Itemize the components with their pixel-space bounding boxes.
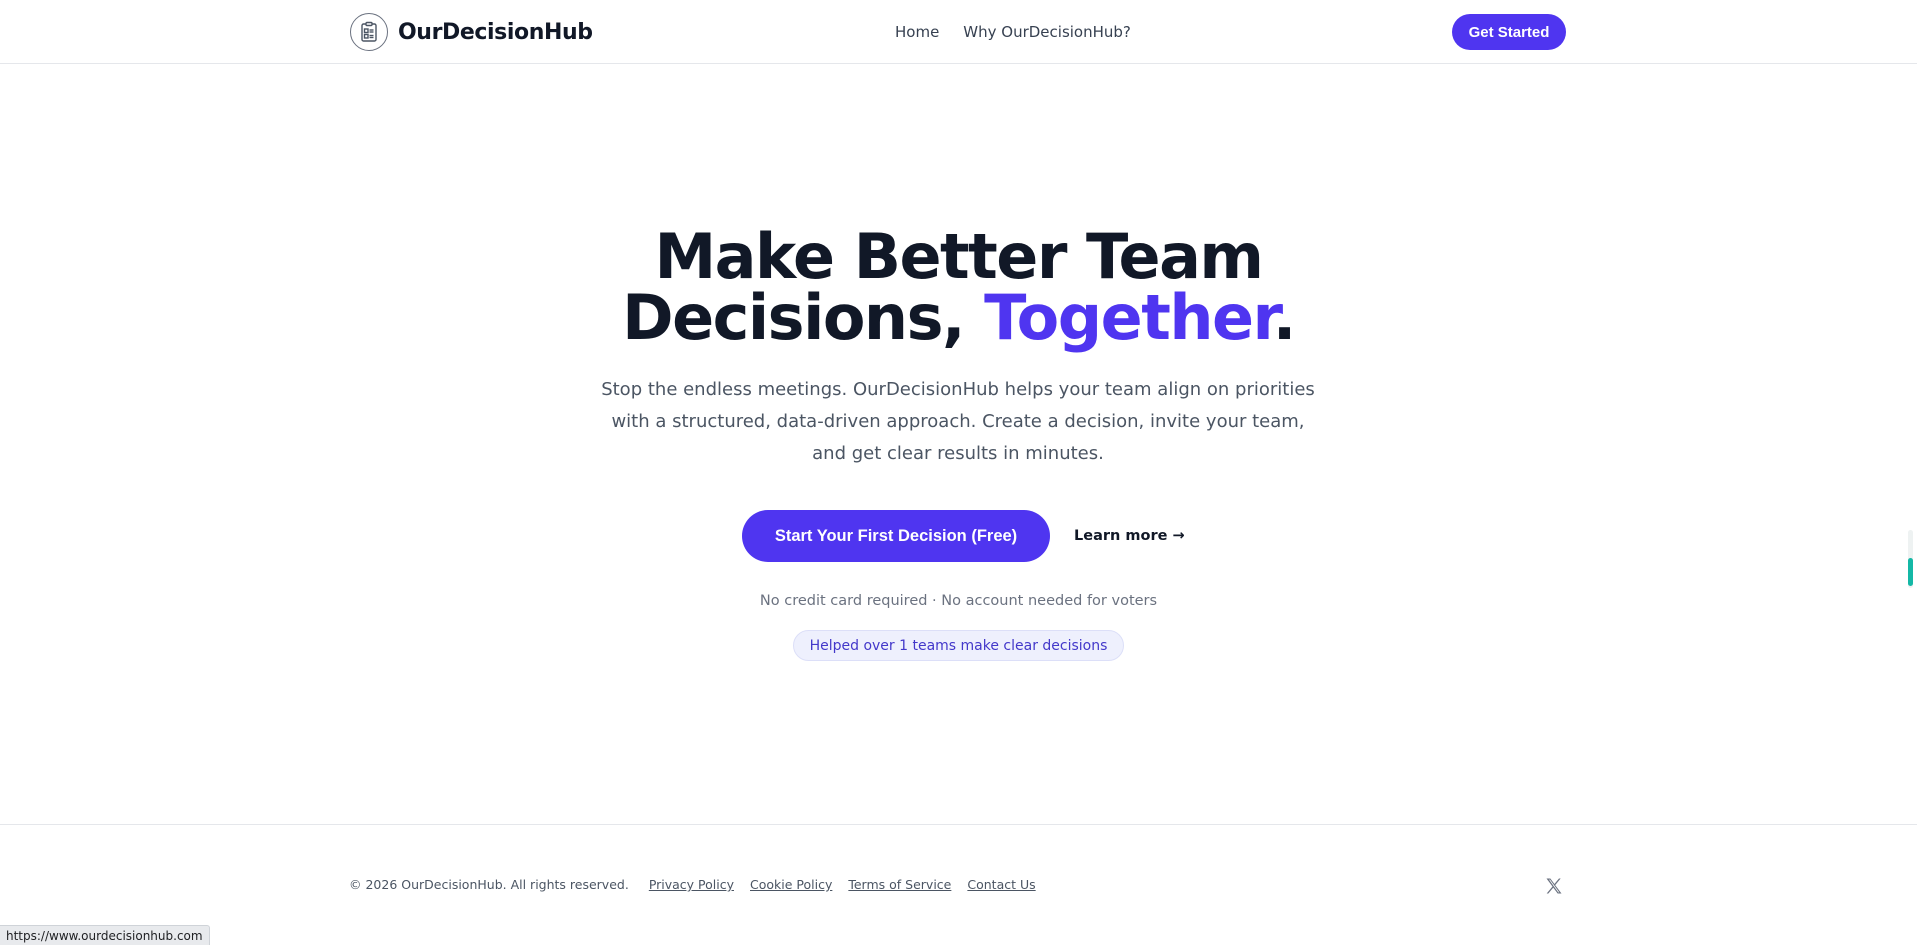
fine-print: No credit card required · No account nee… (759, 593, 1158, 609)
site-footer: © 2026 OurDecisionHub. All rights reserv… (0, 824, 1917, 945)
hero-subtitle: Stop the endless meetings. OurDecisionHu… (601, 379, 1315, 464)
main-nav: Home Why OurDecisionHub? (895, 20, 1131, 44)
cookie-policy-link[interactable]: Cookie Policy (750, 877, 832, 892)
contact-us-link[interactable]: Contact Us (967, 877, 1035, 892)
hero-cta-row: Start Your First Decision (Free) Learn m… (742, 510, 1185, 562)
page: OurDecisionHub Home Why OurDecisionHub? … (0, 0, 1917, 945)
brand-name: OurDecisionHub (398, 19, 593, 45)
terms-of-service-link[interactable]: Terms of Service (848, 877, 951, 892)
clipboard-document-icon (350, 13, 388, 51)
scroll-progress-thumb[interactable] (1908, 558, 1913, 586)
teams-helped-badge: Helped over 1 teams make clear decisions (792, 630, 1125, 661)
start-first-decision-button[interactable]: Start Your First Decision (Free) (742, 510, 1050, 562)
hero-title-line2-prefix: Decisions, (622, 281, 985, 354)
get-started-button[interactable]: Get Started (1452, 14, 1566, 50)
learn-more-link[interactable]: Learn more → (1074, 528, 1185, 544)
brand-logo-link[interactable]: OurDecisionHub (350, 12, 593, 52)
x-twitter-icon[interactable] (1544, 876, 1564, 896)
site-header: OurDecisionHub Home Why OurDecisionHub? … (0, 0, 1917, 64)
nav-link-home[interactable]: Home (895, 23, 939, 41)
badge-row: Helped over 1 teams make clear decisions (0, 630, 1917, 661)
nav-link-why[interactable]: Why OurDecisionHub? (963, 23, 1131, 41)
hero-title-accent: Together (984, 281, 1274, 354)
hero-title-period: . (1272, 281, 1297, 354)
copyright-text: © 2026 OurDecisionHub. All rights reserv… (349, 877, 629, 892)
status-bar-url: https://www.ourdecisionhub.com (0, 925, 210, 945)
privacy-policy-link[interactable]: Privacy Policy (649, 877, 734, 892)
hero-title: Make Better Team Decisions, Together. (0, 226, 1917, 349)
footer-links: © 2026 OurDecisionHub. All rights reserv… (349, 877, 1036, 892)
